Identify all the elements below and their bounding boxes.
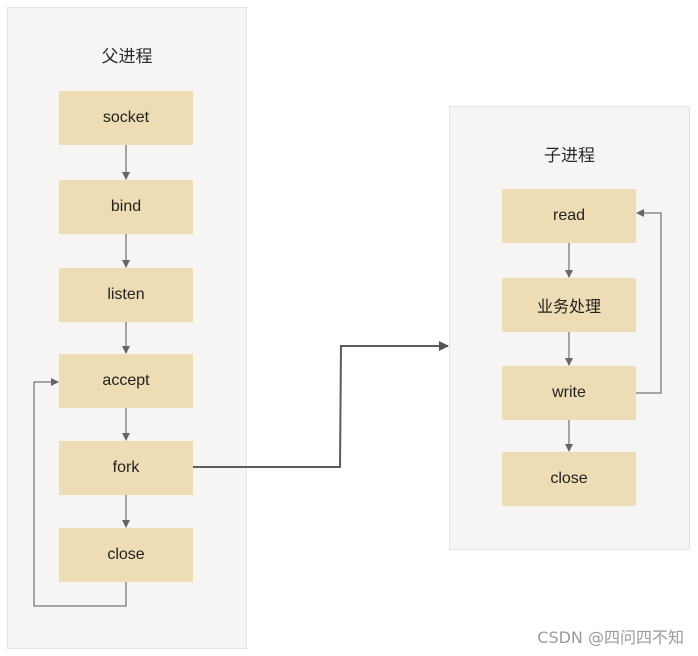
step-label: fork bbox=[112, 459, 140, 476]
child-process-title: 子进程 bbox=[544, 146, 595, 166]
step-label: write bbox=[552, 384, 586, 401]
step-read: read bbox=[502, 189, 636, 243]
step-parent-close: close bbox=[59, 528, 193, 582]
step-label: listen bbox=[107, 286, 145, 303]
step-accept: accept bbox=[59, 354, 193, 408]
step-bind: bind bbox=[59, 180, 193, 234]
step-fork: fork bbox=[59, 441, 193, 495]
step-label: close bbox=[550, 470, 588, 487]
step-socket: socket bbox=[59, 91, 193, 145]
step-label: socket bbox=[102, 109, 150, 126]
step-business-logic: 业务处理 bbox=[502, 278, 636, 332]
step-label: read bbox=[552, 207, 586, 224]
step-child-close: close bbox=[502, 452, 636, 506]
step-write: write bbox=[502, 366, 636, 420]
step-label: accept bbox=[102, 372, 150, 389]
step-listen: listen bbox=[59, 268, 193, 322]
step-label: 业务处理 bbox=[536, 297, 601, 316]
step-label: bind bbox=[110, 198, 142, 215]
parent-process-title: 父进程 bbox=[101, 47, 153, 67]
watermark: CSDN @四问四不知 bbox=[537, 628, 684, 647]
step-label: close bbox=[107, 546, 145, 563]
